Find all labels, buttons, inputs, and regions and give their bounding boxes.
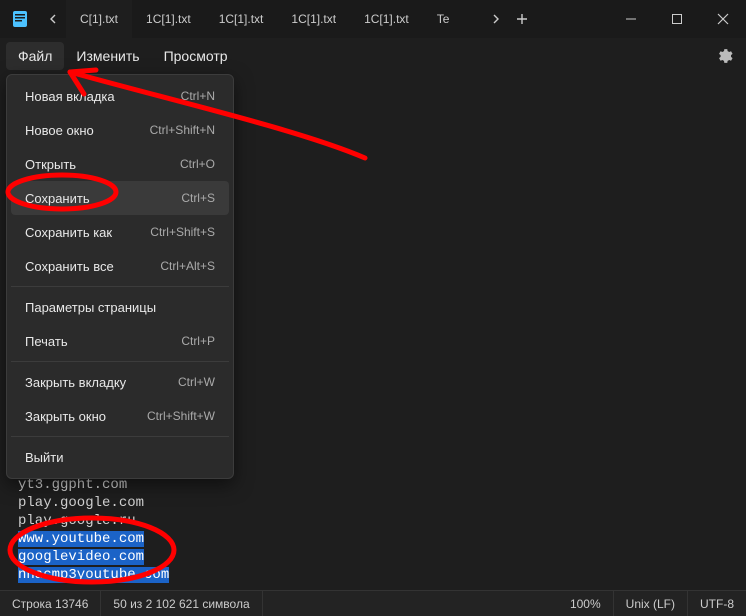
text-line: play.google.ru: [18, 512, 728, 530]
menu-save-as[interactable]: Сохранить как Ctrl+Shift+S: [11, 215, 229, 249]
text-line-selected: googlevideo.com: [18, 548, 728, 566]
dd-label: Новая вкладка: [25, 89, 115, 104]
tab-label: C[1].txt: [80, 12, 118, 26]
status-encoding[interactable]: UTF-8: [688, 591, 746, 616]
menu-label: Просмотр: [164, 48, 228, 64]
menu-separator: [11, 436, 229, 437]
tabs-scroll-left[interactable]: [40, 0, 66, 38]
status-zoom-value: 100%: [570, 597, 601, 611]
dd-label: Открыть: [25, 157, 76, 172]
menu-separator: [11, 361, 229, 362]
dd-label: Сохранить: [25, 191, 90, 206]
menu-open[interactable]: Открыть Ctrl+O: [11, 147, 229, 181]
dd-label: Новое окно: [25, 123, 94, 138]
tab-1[interactable]: 1C[1].txt: [132, 0, 205, 38]
tab-label: 1C[1].txt: [364, 12, 409, 26]
menu-save[interactable]: Сохранить Ctrl+S: [11, 181, 229, 215]
tab-2[interactable]: 1C[1].txt: [205, 0, 278, 38]
menu-save-all[interactable]: Сохранить все Ctrl+Alt+S: [11, 249, 229, 283]
dd-shortcut: Ctrl+W: [178, 375, 215, 389]
tab-label: 1C[1].txt: [146, 12, 191, 26]
status-chars-value: 50 из 2 102 621 символа: [113, 597, 249, 611]
menu-separator: [11, 286, 229, 287]
dd-label: Закрыть окно: [25, 409, 106, 424]
minimize-button[interactable]: [608, 0, 654, 38]
tab-3[interactable]: 1C[1].txt: [277, 0, 350, 38]
dd-shortcut: Ctrl+Shift+N: [150, 123, 215, 137]
menu-page-setup[interactable]: Параметры страницы: [11, 290, 229, 324]
status-zoom[interactable]: 100%: [558, 591, 614, 616]
close-button[interactable]: [700, 0, 746, 38]
dd-shortcut: Ctrl+P: [181, 334, 215, 348]
dd-shortcut: Ctrl+O: [180, 157, 215, 171]
tab-5[interactable]: Te: [423, 0, 483, 38]
status-encoding-value: UTF-8: [700, 597, 734, 611]
status-eol[interactable]: Unix (LF): [614, 591, 688, 616]
status-eol-value: Unix (LF): [626, 597, 675, 611]
menu-new-tab[interactable]: Новая вкладка Ctrl+N: [11, 79, 229, 113]
maximize-button[interactable]: [654, 0, 700, 38]
menu-new-window[interactable]: Новое окно Ctrl+Shift+N: [11, 113, 229, 147]
text-line-selected: www.youtube.com: [18, 530, 728, 548]
menubar: Файл Изменить Просмотр: [0, 38, 746, 74]
dd-shortcut: Ctrl+S: [181, 191, 215, 205]
menu-exit[interactable]: Выйти: [11, 440, 229, 474]
menu-close-window[interactable]: Закрыть окно Ctrl+Shift+W: [11, 399, 229, 433]
dd-label: Сохранить как: [25, 225, 112, 240]
menu-view[interactable]: Просмотр: [152, 42, 240, 70]
tab-0[interactable]: C[1].txt: [66, 0, 132, 38]
dd-shortcut: Ctrl+Alt+S: [160, 259, 215, 273]
status-chars[interactable]: 50 из 2 102 621 символа: [101, 591, 262, 616]
tabs-scroll-right[interactable]: [483, 0, 509, 38]
dd-shortcut: Ctrl+Shift+S: [150, 225, 215, 239]
notepad-icon: [0, 10, 40, 28]
tab-label: 1C[1].txt: [219, 12, 264, 26]
tab-label: 1C[1].txt: [291, 12, 336, 26]
tab-label: Te: [437, 12, 450, 26]
file-menu-dropdown: Новая вкладка Ctrl+N Новое окно Ctrl+Shift…: [6, 74, 234, 479]
statusbar: Строка 13746 50 из 2 102 621 символа 100…: [0, 590, 746, 616]
menu-label: Файл: [18, 48, 52, 64]
menu-edit[interactable]: Изменить: [64, 42, 151, 70]
menu-file[interactable]: Файл: [6, 42, 64, 70]
dd-label: Сохранить все: [25, 259, 114, 274]
text-line-selected: nhacmp3youtube.com: [18, 566, 728, 584]
settings-button[interactable]: [708, 40, 740, 72]
tab-strip: C[1].txt 1C[1].txt 1C[1].txt 1C[1].txt 1…: [40, 0, 608, 38]
status-line[interactable]: Строка 13746: [0, 591, 101, 616]
menu-print[interactable]: Печать Ctrl+P: [11, 324, 229, 358]
dd-label: Выйти: [25, 450, 64, 465]
dd-shortcut: Ctrl+Shift+W: [147, 409, 215, 423]
text-line: play.google.com: [18, 494, 728, 512]
new-tab-button[interactable]: [509, 0, 535, 38]
menu-label: Изменить: [76, 48, 139, 64]
dd-label: Закрыть вкладку: [25, 375, 126, 390]
menu-close-tab[interactable]: Закрыть вкладку Ctrl+W: [11, 365, 229, 399]
window-controls: [608, 0, 746, 38]
tab-4[interactable]: 1C[1].txt: [350, 0, 423, 38]
dd-label: Параметры страницы: [25, 300, 156, 315]
status-line-value: Строка 13746: [12, 597, 88, 611]
dd-label: Печать: [25, 334, 68, 349]
dd-shortcut: Ctrl+N: [181, 89, 215, 103]
gear-icon: [715, 47, 733, 65]
titlebar: C[1].txt 1C[1].txt 1C[1].txt 1C[1].txt 1…: [0, 0, 746, 38]
app-window: C[1].txt 1C[1].txt 1C[1].txt 1C[1].txt 1…: [0, 0, 746, 616]
